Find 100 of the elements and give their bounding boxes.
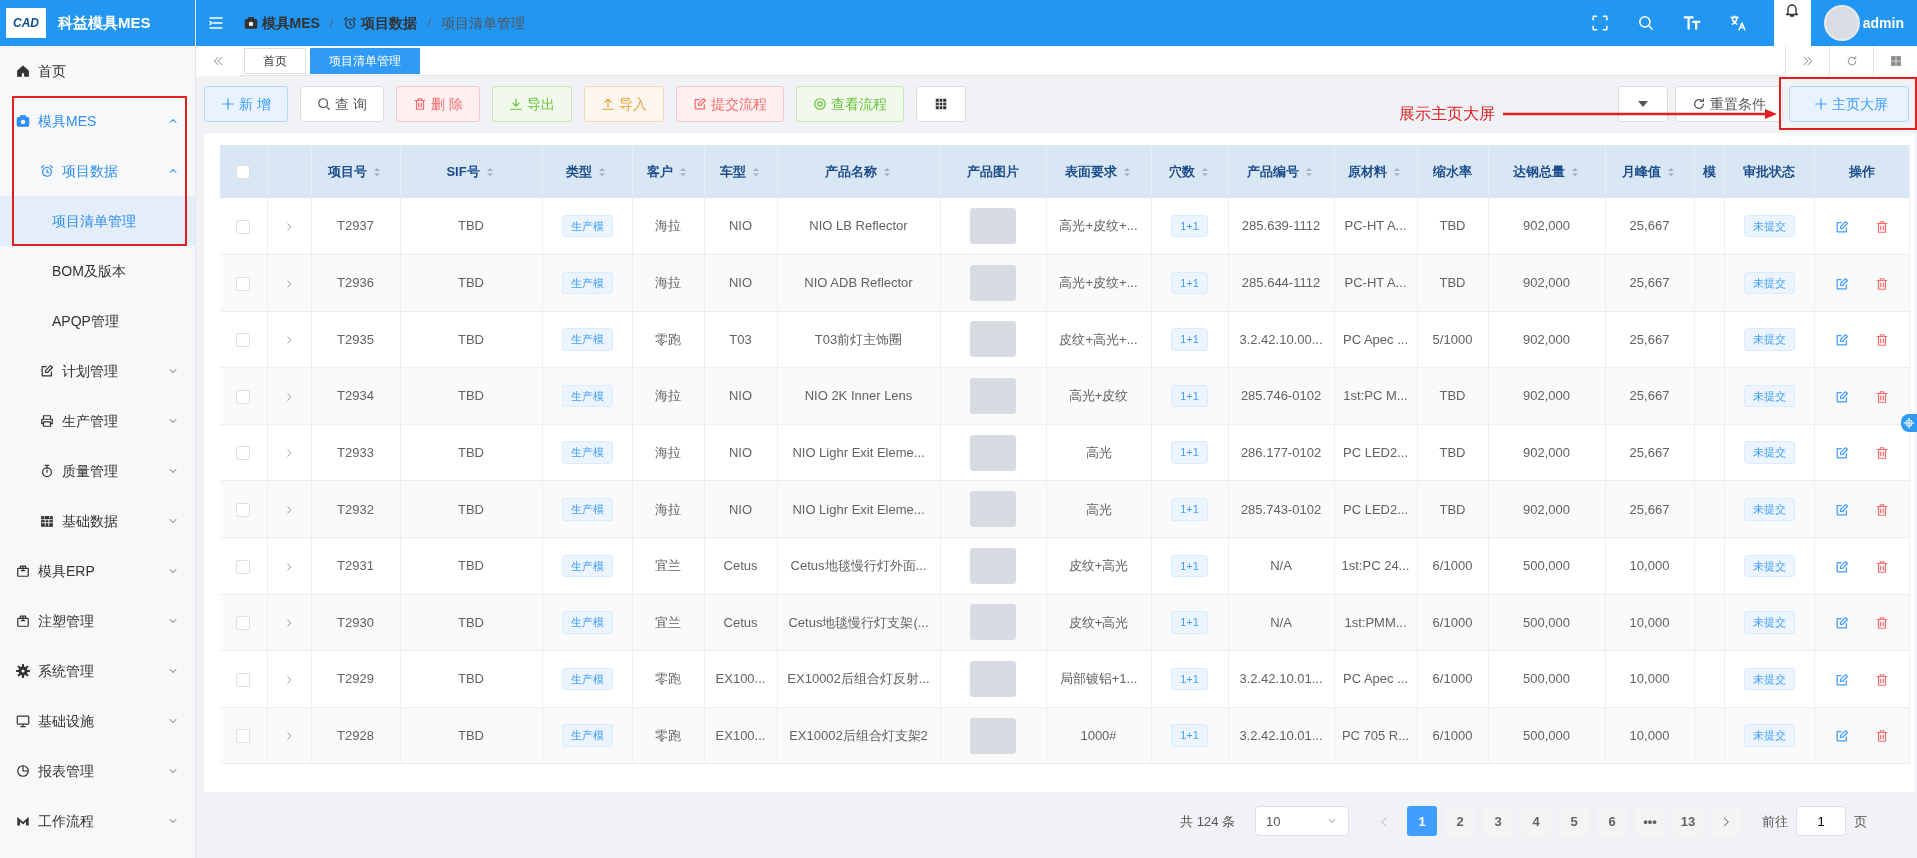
- page-button[interactable]: 4: [1521, 806, 1551, 837]
- expand-row-icon[interactable]: [284, 391, 294, 402]
- expand-row-icon[interactable]: [284, 221, 294, 232]
- column-header[interactable]: 类型: [566, 163, 608, 179]
- fullscreen-icon[interactable]: [1590, 14, 1609, 32]
- row-checkbox[interactable]: [236, 219, 251, 234]
- column-header: 缩水率: [1433, 163, 1472, 179]
- dropdown-button[interactable]: [1618, 86, 1668, 122]
- expand-row-icon[interactable]: [284, 448, 294, 459]
- sidebar-item[interactable]: 注塑管理: [0, 596, 195, 646]
- page-tab[interactable]: 首页: [244, 47, 306, 74]
- grid-button[interactable]: [915, 86, 966, 122]
- column-header[interactable]: 穴数: [1168, 163, 1211, 179]
- trash-icon[interactable]: [1874, 616, 1889, 631]
- page-button[interactable]: 6: [1597, 806, 1627, 837]
- column-header[interactable]: 达钢总量: [1512, 163, 1581, 179]
- trash-icon[interactable]: [1874, 729, 1889, 744]
- sidebar-item[interactable]: 基础数据: [0, 496, 195, 546]
- settings-tab[interactable]: [1901, 414, 1917, 432]
- table-cell: TBD: [458, 218, 484, 234]
- row-checkbox[interactable]: [236, 276, 251, 291]
- page-size-select[interactable]: 10: [1255, 806, 1349, 837]
- sidebar-item[interactable]: 生产管理: [0, 396, 195, 446]
- translate-icon[interactable]: [1728, 14, 1747, 32]
- table-cell: T2937: [337, 218, 374, 234]
- select-all-checkbox[interactable]: [236, 165, 251, 180]
- breadcrumb-item[interactable]: 项目数据: [343, 12, 418, 34]
- edit-icon[interactable]: [1834, 276, 1849, 291]
- edit-icon[interactable]: [1834, 559, 1849, 574]
- trash-icon[interactable]: [1874, 672, 1889, 687]
- expand-row-icon[interactable]: [284, 618, 294, 629]
- expand-row-icon[interactable]: [284, 731, 294, 742]
- sidebar-item[interactable]: APQP管理: [0, 296, 195, 346]
- column-header[interactable]: 客户: [647, 163, 689, 179]
- edit-icon[interactable]: [1834, 446, 1849, 461]
- sidebar-item[interactable]: 系统管理: [0, 646, 195, 696]
- column-header[interactable]: 产品编号: [1247, 163, 1315, 179]
- table-cell: EX100...: [715, 671, 766, 687]
- goto-page-field[interactable]: 1: [1796, 806, 1846, 837]
- edit-icon[interactable]: [1834, 389, 1849, 404]
- trash-icon[interactable]: [1874, 446, 1889, 461]
- sidebar-item[interactable]: 计划管理: [0, 346, 195, 396]
- toolbar-button[interactable]: 重置条件: [1674, 86, 1783, 122]
- page-button[interactable]: 2: [1445, 806, 1475, 837]
- table-cell: EX10002后组合灯支架2: [789, 727, 928, 743]
- page-button[interactable]: 13: [1673, 806, 1703, 837]
- expand-row-icon[interactable]: [284, 674, 294, 685]
- edit-icon[interactable]: [1834, 503, 1849, 518]
- sidebar-item[interactable]: 模具ERP: [0, 546, 195, 596]
- edit-icon[interactable]: [1834, 219, 1849, 234]
- row-checkbox[interactable]: [236, 559, 251, 574]
- expand-row-icon[interactable]: [284, 561, 294, 572]
- edit-icon[interactable]: [1834, 672, 1849, 687]
- row-checkbox[interactable]: [236, 672, 251, 687]
- toolbar-button[interactable]: 查 询: [299, 86, 384, 122]
- menu-icon[interactable]: [208, 15, 224, 31]
- edit-icon[interactable]: [1834, 729, 1849, 744]
- column-header[interactable]: 车型: [719, 163, 762, 179]
- page-button[interactable]: •••: [1635, 806, 1665, 837]
- expand-row-icon[interactable]: [284, 505, 294, 516]
- row-checkbox[interactable]: [236, 446, 251, 461]
- page-button[interactable]: 3: [1483, 806, 1513, 837]
- trash-icon[interactable]: [1874, 389, 1889, 404]
- search-icon[interactable]: [1636, 14, 1655, 32]
- trash-icon[interactable]: [1874, 503, 1889, 518]
- sidebar-item[interactable]: 报表管理: [0, 746, 195, 796]
- trash-icon[interactable]: [1874, 559, 1889, 574]
- refresh-button[interactable]: [1829, 45, 1873, 76]
- status-tag: 未提交: [1743, 724, 1795, 747]
- row-checkbox[interactable]: [236, 389, 251, 404]
- trash-icon[interactable]: [1874, 219, 1889, 234]
- column-header[interactable]: 月峰值: [1622, 163, 1677, 179]
- column-header[interactable]: 产品名称: [824, 163, 893, 179]
- sidebar-item[interactable]: 质量管理: [0, 446, 195, 496]
- page-button[interactable]: 5: [1559, 806, 1589, 837]
- edit-icon[interactable]: [1834, 333, 1849, 348]
- row-checkbox[interactable]: [236, 729, 251, 744]
- breadcrumb-item[interactable]: 模具MES: [243, 12, 320, 34]
- sidebar-item[interactable]: BOM及版本: [0, 246, 195, 296]
- edit-icon[interactable]: [1834, 616, 1849, 631]
- bell-icon[interactable]: [1784, 2, 1800, 18]
- table-cell: 局部镀铝+1...: [1059, 671, 1138, 687]
- sidebar-item[interactable]: 首页: [0, 46, 195, 96]
- font-size-icon[interactable]: [1682, 14, 1701, 32]
- row-checkbox[interactable]: [236, 503, 251, 518]
- sidebar-item[interactable]: 工作流程: [0, 796, 195, 846]
- avatar[interactable]: [1823, 5, 1860, 41]
- grid-button[interactable]: [1873, 45, 1917, 76]
- column-header[interactable]: 表面要求: [1064, 163, 1133, 179]
- table-cell: TBD: [1439, 218, 1466, 234]
- column-header[interactable]: 项目号: [328, 163, 383, 179]
- trash-icon[interactable]: [1874, 276, 1889, 291]
- expand-row-icon[interactable]: [284, 335, 294, 346]
- column-header[interactable]: SIF号: [446, 163, 496, 179]
- row-checkbox[interactable]: [236, 616, 251, 631]
- trash-icon[interactable]: [1874, 333, 1889, 348]
- sidebar-item[interactable]: 基础设施: [0, 696, 195, 746]
- scroll-right-button[interactable]: [1785, 45, 1829, 76]
- expand-row-icon[interactable]: [284, 278, 294, 289]
- row-checkbox[interactable]: [236, 333, 251, 348]
